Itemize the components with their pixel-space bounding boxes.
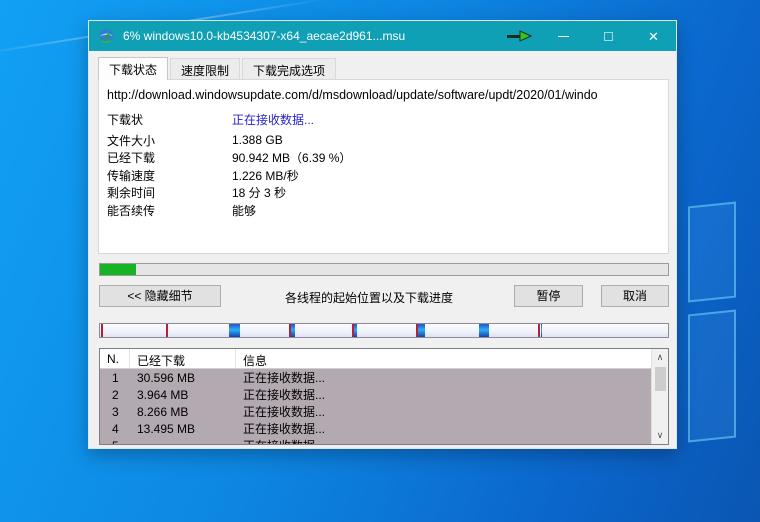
detail-value: 1.388 GB xyxy=(232,133,662,147)
thread-info: 正在接收数据... xyxy=(236,403,651,420)
column-header-0[interactable]: N. xyxy=(100,349,130,368)
thread-downloaded: 13.495 MB xyxy=(130,422,236,436)
title-bar[interactable]: 6% windows10.0-kb4534307-x64_aecae2d961.… xyxy=(89,21,676,51)
column-header-1[interactable]: 已经下载 xyxy=(130,349,236,368)
thread-row[interactable]: 5 正在接收数据... xyxy=(100,437,651,444)
thread-row[interactable]: 38.266 MB正在接收数据... xyxy=(100,403,651,420)
segment-downloaded-chunk xyxy=(229,324,240,337)
pause-button[interactable]: 暂停 xyxy=(514,285,583,307)
table-header-row: N.已经下载信息 xyxy=(100,349,651,369)
detail-row: 已经下载90.942 MB（6.39 %） xyxy=(107,149,662,167)
segment-downloaded-chunk xyxy=(541,324,543,337)
column-header-2[interactable]: 信息 xyxy=(236,349,651,368)
hide-details-button[interactable]: << 隐藏细节 xyxy=(99,285,221,307)
thread-number: 5 xyxy=(100,439,130,445)
detail-row: 文件大小1.388 GB xyxy=(107,132,662,150)
detail-label: 传输速度 xyxy=(107,167,232,184)
detail-label: 下载状 xyxy=(107,111,232,128)
minimize-button[interactable] xyxy=(541,21,586,51)
idm-logo-icon xyxy=(98,28,115,45)
scrollbar-thumb[interactable] xyxy=(655,367,666,391)
thread-row[interactable]: 130.596 MB正在接收数据... xyxy=(100,369,651,386)
detail-label: 文件大小 xyxy=(107,132,232,149)
detail-value: 1.226 MB/秒 xyxy=(232,167,662,184)
detail-row: 下载状正在接收数据... xyxy=(107,111,662,129)
download-status-panel: http://download.windowsupdate.com/d/msdo… xyxy=(98,79,669,254)
scroll-down-icon[interactable]: ∨ xyxy=(652,427,669,444)
download-details: 下载状正在接收数据...文件大小1.388 GB已经下载90.942 MB（6.… xyxy=(107,111,662,219)
threads-progress-map xyxy=(99,323,669,338)
thread-downloaded: 8.266 MB xyxy=(130,405,236,419)
thread-downloaded: 3.964 MB xyxy=(130,388,236,402)
overall-progress-fill xyxy=(100,264,136,275)
segment-start-mark xyxy=(166,324,168,337)
segment-downloaded-chunk xyxy=(418,324,425,337)
tab-download-status[interactable]: 下载状态 xyxy=(98,57,168,80)
scroll-up-icon[interactable]: ∧ xyxy=(652,349,669,366)
thread-number: 4 xyxy=(100,422,130,436)
detail-label: 能否续传 xyxy=(107,202,232,219)
thread-number: 3 xyxy=(100,405,130,419)
segment-downloaded-chunk xyxy=(291,324,295,337)
detail-value: 正在接收数据... xyxy=(232,111,662,128)
tab-speed-limit[interactable]: 速度限制 xyxy=(170,58,240,79)
threads-caption: 各线程的起始位置以及下载进度 xyxy=(249,289,489,306)
window-title: 6% windows10.0-kb4534307-x64_aecae2d961.… xyxy=(123,29,496,43)
detail-row: 剩余时间18 分 3 秒 xyxy=(107,184,662,202)
detail-label: 已经下载 xyxy=(107,149,232,166)
close-button[interactable]: ✕ xyxy=(631,21,676,51)
tab-strip: 下载状态速度限制下载完成选项 xyxy=(98,58,338,80)
tab-download-complete-options[interactable]: 下载完成选项 xyxy=(242,58,336,79)
segment-start-mark xyxy=(101,324,103,337)
detail-value: 18 分 3 秒 xyxy=(232,184,662,201)
maximize-button[interactable] xyxy=(586,21,631,51)
detail-value: 90.942 MB（6.39 %） xyxy=(232,149,662,166)
detail-row: 传输速度1.226 MB/秒 xyxy=(107,167,662,185)
window-body: 下载状态速度限制下载完成选项 http://download.windowsup… xyxy=(89,51,676,448)
thread-number: 1 xyxy=(100,371,130,385)
thread-downloaded: 30.596 MB xyxy=(130,371,236,385)
table-scrollbar[interactable]: ∧ ∨ xyxy=(651,349,668,444)
thread-info: 正在接收数据... xyxy=(236,420,651,437)
detail-value: 能够 xyxy=(232,202,662,219)
segment-downloaded-chunk xyxy=(479,324,489,337)
thread-info: 正在接收数据... xyxy=(236,386,651,403)
maximize-icon xyxy=(604,32,613,41)
overall-progress-bar xyxy=(99,263,669,276)
table-body: 130.596 MB正在接收数据...23.964 MB正在接收数据...38.… xyxy=(100,369,651,444)
thread-number: 2 xyxy=(100,388,130,402)
idm-arrow-icon xyxy=(496,21,541,51)
thread-info: 正在接收数据... xyxy=(236,369,651,386)
detail-row: 能否续传能够 xyxy=(107,202,662,220)
thread-row[interactable]: 413.495 MB正在接收数据... xyxy=(100,420,651,437)
detail-label: 剩余时间 xyxy=(107,184,232,201)
thread-row[interactable]: 23.964 MB正在接收数据... xyxy=(100,386,651,403)
threads-table: N.已经下载信息 130.596 MB正在接收数据...23.964 MB正在接… xyxy=(99,348,669,445)
idm-download-window: 6% windows10.0-kb4534307-x64_aecae2d961.… xyxy=(88,20,677,449)
minimize-icon xyxy=(558,36,569,37)
close-icon: ✕ xyxy=(648,30,659,43)
cancel-button[interactable]: 取消 xyxy=(601,285,669,307)
download-url: http://download.windowsupdate.com/d/msdo… xyxy=(107,88,664,102)
wallpaper-logo-pane xyxy=(688,201,736,302)
desktop: 6% windows10.0-kb4534307-x64_aecae2d961.… xyxy=(0,0,760,522)
wallpaper-logo-pane xyxy=(688,309,736,442)
segment-downloaded-chunk xyxy=(354,324,357,337)
thread-info: 正在接收数据... xyxy=(236,437,651,444)
